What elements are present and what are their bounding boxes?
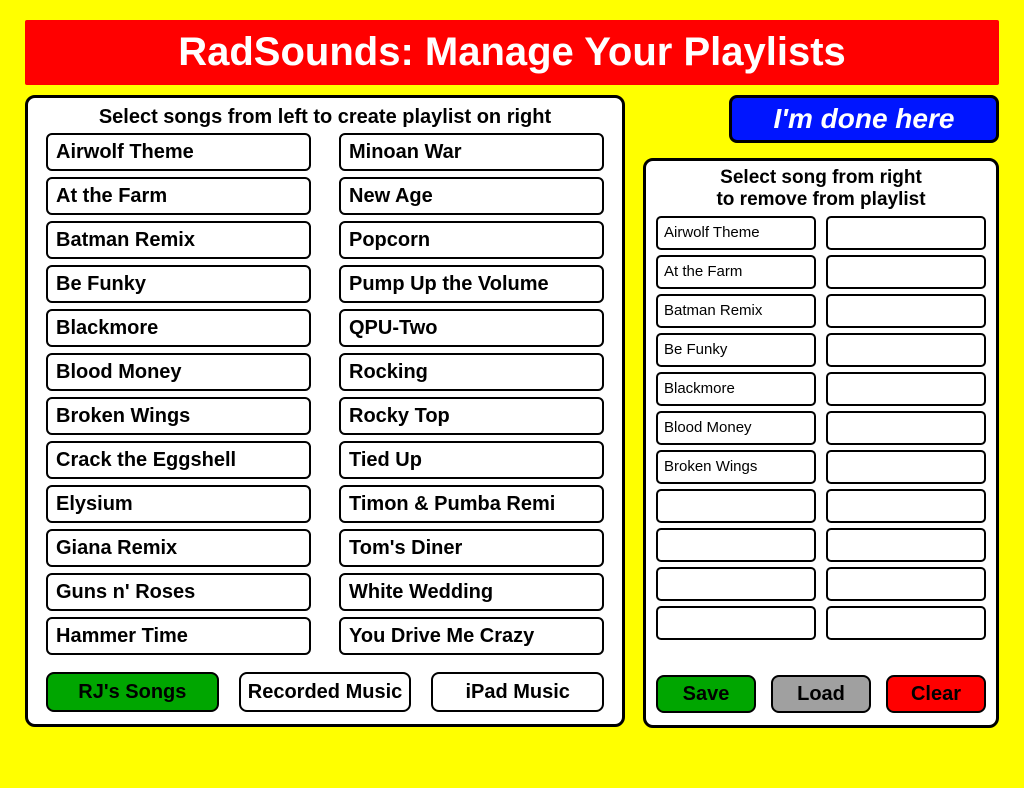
- page-title: RadSounds: Manage Your Playlists: [25, 20, 999, 85]
- song-button[interactable]: Timon & Pumba Remi: [339, 485, 604, 523]
- playlist-slot[interactable]: Airwolf Theme: [656, 216, 816, 250]
- song-button[interactable]: Batman Remix: [46, 221, 311, 259]
- playlist-slot[interactable]: [826, 489, 986, 523]
- source-button[interactable]: RJ's Songs: [46, 672, 219, 712]
- song-button[interactable]: Blood Money: [46, 353, 311, 391]
- song-button[interactable]: Pump Up the Volume: [339, 265, 604, 303]
- playlist-slot[interactable]: Blood Money: [656, 411, 816, 445]
- song-button[interactable]: Tom's Diner: [339, 529, 604, 567]
- song-button[interactable]: Popcorn: [339, 221, 604, 259]
- playlist-slot[interactable]: [826, 450, 986, 484]
- playlist-slot[interactable]: Broken Wings: [656, 450, 816, 484]
- song-button[interactable]: Minoan War: [339, 133, 604, 171]
- playlist-slot[interactable]: [826, 333, 986, 367]
- song-button[interactable]: Blackmore: [46, 309, 311, 347]
- song-button[interactable]: Giana Remix: [46, 529, 311, 567]
- playlist-slot[interactable]: At the Farm: [656, 255, 816, 289]
- source-button[interactable]: Recorded Music: [239, 672, 412, 712]
- playlist-slot[interactable]: Be Funky: [656, 333, 816, 367]
- playlist-slot[interactable]: [826, 216, 986, 250]
- playlist-slot[interactable]: Blackmore: [656, 372, 816, 406]
- source-button[interactable]: iPad Music: [431, 672, 604, 712]
- playlist-slot[interactable]: [656, 606, 816, 640]
- load-button[interactable]: Load: [771, 675, 871, 713]
- playlist-slot[interactable]: [826, 411, 986, 445]
- done-button[interactable]: I'm done here: [729, 95, 999, 143]
- song-button[interactable]: Guns n' Roses: [46, 573, 311, 611]
- song-button[interactable]: New Age: [339, 177, 604, 215]
- song-button[interactable]: Broken Wings: [46, 397, 311, 435]
- playlist-slot[interactable]: Batman Remix: [656, 294, 816, 328]
- playlist-slot[interactable]: [826, 372, 986, 406]
- clear-button[interactable]: Clear: [886, 675, 986, 713]
- playlist-slot[interactable]: [656, 489, 816, 523]
- playlist-slot[interactable]: [656, 567, 816, 601]
- song-button[interactable]: Elysium: [46, 485, 311, 523]
- song-library-panel: Select songs from left to create playlis…: [25, 95, 625, 727]
- playlist-slot[interactable]: [656, 528, 816, 562]
- song-button[interactable]: You Drive Me Crazy: [339, 617, 604, 655]
- playlist-slot[interactable]: [826, 255, 986, 289]
- song-button[interactable]: QPU-Two: [339, 309, 604, 347]
- playlist-slot[interactable]: [826, 567, 986, 601]
- playlist-slot[interactable]: [826, 528, 986, 562]
- song-button[interactable]: White Wedding: [339, 573, 604, 611]
- song-button[interactable]: Hammer Time: [46, 617, 311, 655]
- song-button[interactable]: Be Funky: [46, 265, 311, 303]
- song-button[interactable]: Rocking: [339, 353, 604, 391]
- playlist-slot[interactable]: [826, 294, 986, 328]
- song-button[interactable]: Crack the Eggshell: [46, 441, 311, 479]
- song-button[interactable]: Airwolf Theme: [46, 133, 311, 171]
- song-button[interactable]: Rocky Top: [339, 397, 604, 435]
- save-button[interactable]: Save: [656, 675, 756, 713]
- playlist-instruction: Select song from right to remove from pl…: [656, 167, 986, 211]
- song-button[interactable]: Tied Up: [339, 441, 604, 479]
- playlist-slot[interactable]: [826, 606, 986, 640]
- playlist-panel: Select song from right to remove from pl…: [643, 158, 999, 728]
- song-button[interactable]: At the Farm: [46, 177, 311, 215]
- library-instruction: Select songs from left to create playlis…: [46, 106, 604, 129]
